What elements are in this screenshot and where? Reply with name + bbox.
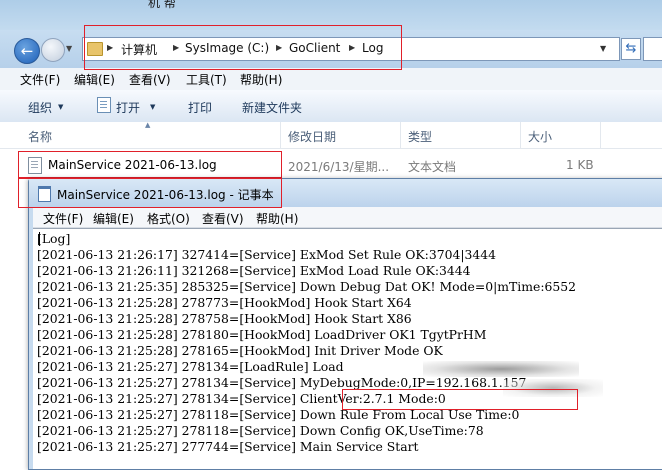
column-modified[interactable]: 修改日期 [288,128,336,145]
menu-help[interactable]: 帮助(H) [240,71,282,88]
log-line: [2021-06-13 21:25:28] 278758=[HookMod] H… [37,311,412,326]
notepad-titlebar[interactable]: MainService 2021-06-13.log - 记事本 [29,179,662,207]
notepad-menu-file[interactable]: 文件(F) [43,210,83,227]
log-line: [2021-06-13 21:25:27] 277744=[Service] M… [37,439,419,454]
address-dropdown-icon[interactable]: ▼ [600,44,606,53]
column-size[interactable]: 大小 [528,128,552,145]
notepad-menu-help[interactable]: 帮助(H) [256,210,298,227]
log-line: [2021-06-13 21:25:35] 285325=[Service] D… [37,279,577,294]
log-line: [2021-06-13 21:25:28] 278180=[HookMod] L… [37,327,487,342]
document-icon [97,97,111,113]
log-line: [2021-06-13 21:25:27] 278134=[Service] M… [37,375,527,390]
explorer-menubar: 文件(F) 编辑(E) 查看(V) 工具(T) 帮助(H) [0,68,662,91]
column-divider[interactable] [280,122,281,148]
log-line: [2021-06-13 21:26:17] 327414=[Service] E… [37,247,497,262]
forward-arrow-icon[interactable] [41,38,65,62]
blurred-redaction [503,379,603,397]
recent-pages-chevron-icon[interactable]: ▼ [66,44,72,53]
print-button[interactable]: 打印 [188,99,212,116]
explorer-title-strip: 机 帮 [0,0,662,30]
breadcrumb-goclient[interactable]: GoClient [289,41,340,55]
menu-edit[interactable]: 编辑(E) [74,71,115,88]
log-line: [Log] [37,231,71,246]
new-folder-button[interactable]: 新建文件夹 [242,99,302,116]
menu-file[interactable]: 文件(F) [20,71,60,88]
chevron-right-icon[interactable]: ▶ [276,43,282,52]
notepad-menu-format[interactable]: 格式(O) [147,210,190,227]
organize-button[interactable]: 组织 [28,99,52,116]
log-line: [2021-06-13 21:25:27] 278134=[Service] C… [37,391,446,406]
organize-dropdown-icon[interactable]: ▼ [58,103,63,111]
chevron-right-icon[interactable]: ▶ [349,43,355,52]
sort-caret-icon: ▲ [145,121,151,129]
column-divider[interactable] [520,122,521,148]
log-line: [2021-06-13 21:25:27] 278118=[Service] D… [37,407,520,422]
notepad-menu-edit[interactable]: 编辑(E) [93,210,134,227]
folder-icon [87,42,103,56]
chevron-right-icon[interactable]: ▶ [173,43,179,52]
column-header: 名称 修改日期 类型 大小 [0,122,662,149]
breadcrumb-computer[interactable]: 计算机 [121,41,157,58]
menu-tools[interactable]: 工具(T) [186,71,227,88]
notepad-title: MainService 2021-06-13.log - 记事本 [57,188,274,202]
column-divider[interactable] [600,122,601,148]
notepad-window: MainService 2021-06-13.log - 记事本 文件(F) 编… [28,178,662,470]
file-size: 1 KB [566,158,594,172]
notepad-menubar: 文件(F) 编辑(E) 格式(O) 查看(V) 帮助(H) [33,207,662,228]
back-arrow-icon[interactable]: ← [14,38,40,64]
blurred-redaction [423,361,579,377]
column-type[interactable]: 类型 [408,128,432,145]
log-line: [2021-06-13 21:25:28] 278165=[HookMod] I… [37,343,443,358]
file-row[interactable]: MainService 2021-06-13.log 2021/6/13/星期.… [22,155,602,175]
address-bar[interactable]: ▶ 计算机 ▶ SysImage (C:) ▶ GoClient ▶ Log [82,37,620,61]
notepad-text-area[interactable]: [Log] [2021-06-13 21:26:17] 327414=[Serv… [33,228,662,469]
menu-view[interactable]: 查看(V) [129,71,171,88]
log-line: [2021-06-13 21:26:11] 321268=[Service] E… [37,263,471,278]
column-divider[interactable] [400,122,401,148]
search-input[interactable] [643,37,662,61]
notepad-icon [38,186,51,202]
log-line: [2021-06-13 21:25:27] 278134=[LoadRule] … [37,359,344,374]
open-button[interactable]: 打开 [116,99,140,116]
notepad-menu-view[interactable]: 查看(V) [202,210,244,227]
log-line: [2021-06-13 21:25:27] 278118=[Service] D… [37,423,484,438]
file-modified: 2021/6/13/星期... [288,160,390,174]
file-name: MainService 2021-06-13.log [48,158,217,172]
breadcrumb-log[interactable]: Log [362,41,383,55]
open-dropdown-icon[interactable]: ▼ [150,103,155,111]
log-line: [2021-06-13 21:25:28] 278773=[HookMod] H… [37,295,412,310]
file-type: 文本文档 [408,160,457,174]
breadcrumb-drive[interactable]: SysImage (C:) [185,41,269,55]
column-name[interactable]: 名称 [28,128,52,145]
chevron-right-icon[interactable]: ▶ [107,43,113,52]
text-file-icon [28,157,42,174]
title-partial-text: 机 帮 [148,0,176,10]
refresh-icon[interactable]: ⇆ [621,38,641,60]
